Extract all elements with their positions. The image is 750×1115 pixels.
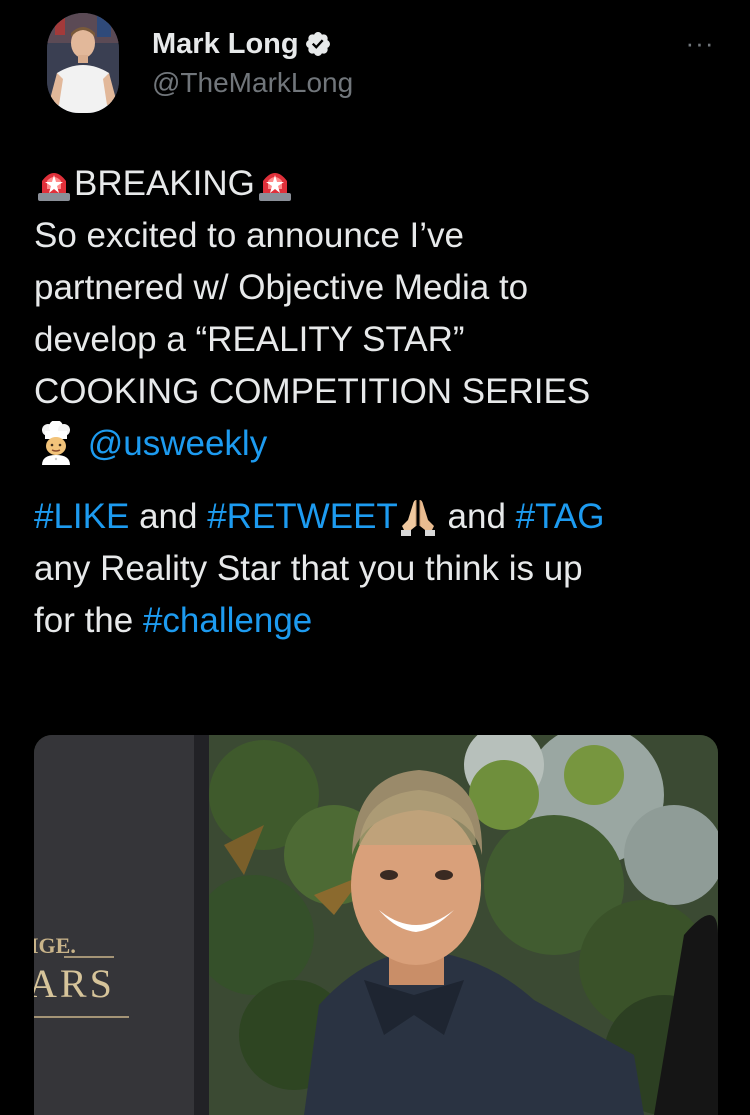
folded-hands-icon (400, 499, 435, 536)
cook-icon (42, 420, 70, 465)
tweet-media-photo[interactable]: IGE. ARS (34, 735, 718, 1115)
author-handle[interactable]: @TheMarkLong (152, 67, 353, 99)
sign-text-1: IGE. (34, 933, 76, 958)
and-text-2: and (437, 497, 516, 536)
text-line-2: partnered w/ Objective Media to (34, 268, 529, 307)
author-avatar[interactable] (47, 13, 119, 113)
tweet-body: BREAKING So excited to announce I’ve par… (34, 158, 724, 647)
tweet-header: Mark Long @TheMarkLong ··· (0, 0, 750, 130)
for-the-text: for the (34, 601, 143, 640)
hashtag-tag[interactable]: #TAG (516, 497, 605, 536)
verified-badge-icon (306, 32, 330, 56)
mention-line: @usweekly (34, 418, 724, 470)
breaking-line: BREAKING (34, 158, 724, 210)
mention-usweekly[interactable]: @usweekly (88, 424, 267, 463)
more-options-button[interactable]: ··· (680, 28, 720, 58)
author-display-name[interactable]: Mark Long (152, 28, 299, 61)
text-line-3: develop a “REALITY STAR” (34, 320, 465, 359)
police-light-icon (38, 172, 70, 201)
challenge-line: for the #challenge (34, 595, 724, 647)
police-light-icon (258, 172, 291, 201)
and-text-1: and (129, 497, 208, 536)
hashtag-like[interactable]: #LIKE (34, 497, 129, 536)
hashtag-retweet[interactable]: #RETWEET (207, 497, 398, 536)
sign-text-2: ARS (34, 961, 115, 1006)
hashtag-line: #LIKE and #RETWEET and #TAG (34, 491, 724, 543)
text-line-4: COOKING COMPETITION SERIES (34, 372, 591, 411)
text-line-6: any Reality Star that you think is up (34, 549, 583, 588)
hashtag-challenge[interactable]: #challenge (143, 601, 312, 640)
text-line-1: So excited to announce I’ve (34, 216, 465, 255)
breaking-text: BREAKING (74, 164, 255, 203)
